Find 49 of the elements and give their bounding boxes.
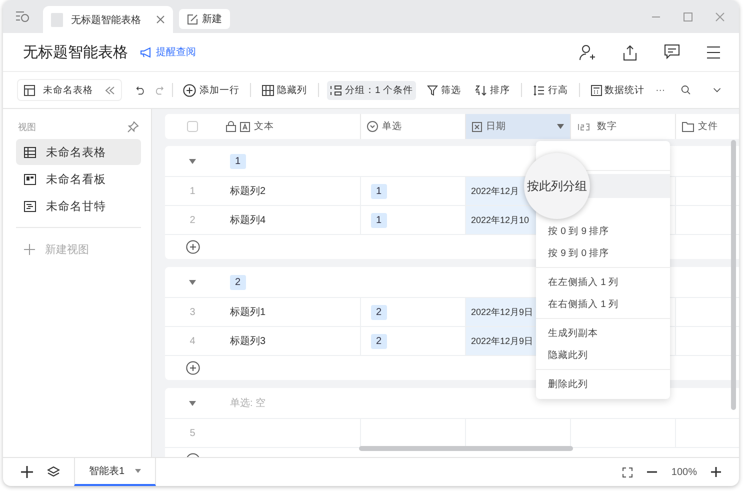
menu-item[interactable]: 生成列副本 (536, 322, 670, 344)
more-button[interactable]: ··· (656, 84, 666, 96)
row-number: 5 (190, 428, 196, 438)
sidebar-heading: 视图 (18, 120, 36, 134)
toolbar-button[interactable]: 添加一行 (180, 80, 242, 100)
group-tag: 1 (230, 154, 246, 168)
column-header[interactable]: 文本 (220, 114, 360, 139)
group-label: 单选: 空 (230, 396, 266, 410)
row-number: 4 (190, 336, 196, 346)
table-cell: 2022年12月 (471, 184, 520, 198)
table-cell: 2022年12月9日 (471, 334, 534, 348)
column-header[interactable]: 文件 (675, 114, 739, 139)
zoom-level: 100% (671, 466, 697, 478)
table-cell-text: 标题列2 (230, 184, 266, 198)
toolbar-button[interactable]: 行高 (530, 80, 571, 100)
toolbar-button[interactable]: 数据统计 (588, 80, 648, 100)
row-number: 3 (190, 306, 196, 318)
option-tag: 2 (371, 304, 387, 320)
menu-item[interactable]: 删除此列 (536, 373, 670, 395)
option-tag: 1 (371, 184, 387, 198)
option-tag: 1 (371, 212, 387, 228)
column-header[interactable]: 日期 (465, 114, 570, 139)
option-tag: 2 (371, 334, 387, 348)
remind-link[interactable]: 提醒查阅 (140, 45, 196, 59)
menu-item[interactable]: 按 9 到 0 排序 (536, 242, 670, 264)
sheet-tab[interactable]: 智能表1 (74, 458, 156, 486)
menu-item[interactable]: 在右侧插入 1 列 (536, 293, 670, 315)
toolbar-button[interactable]: 筛选 (424, 80, 464, 100)
window-tab[interactable]: 无标题智能表格 (43, 6, 173, 33)
table-cell-text: 标题列1 (230, 306, 266, 319)
menu-item[interactable]: 隐藏此列 (536, 344, 670, 366)
menu-item[interactable]: 在左侧插入 1 列 (536, 271, 670, 293)
group-tag: 2 (230, 274, 246, 290)
table-cell-text: 标题列3 (230, 334, 266, 348)
document-title: 无标题智能表格 (23, 42, 128, 62)
view-selector[interactable]: 未命名表格 (17, 79, 122, 101)
row-number: 2 (190, 214, 196, 226)
view-item[interactable]: 未命名表格 (16, 139, 141, 165)
toolbar-button[interactable]: 隐藏列 (259, 80, 310, 100)
view-item[interactable]: 未命名看板 (16, 166, 141, 192)
view-item[interactable]: 未命名甘特 (16, 193, 141, 219)
table-cell-text: 标题列4 (230, 214, 266, 227)
toolbar-button[interactable]: 分组：1 个条件 (327, 80, 416, 100)
toolbar-button[interactable]: 排序 (472, 80, 513, 100)
table-cell: 2022年12月9日 (471, 306, 534, 318)
window-tab[interactable]: 新建 (179, 9, 230, 29)
column-header[interactable]: 数字 (570, 114, 675, 139)
row-number: 1 (190, 186, 196, 196)
menu-item[interactable]: 按 0 到 9 排序 (536, 220, 670, 242)
